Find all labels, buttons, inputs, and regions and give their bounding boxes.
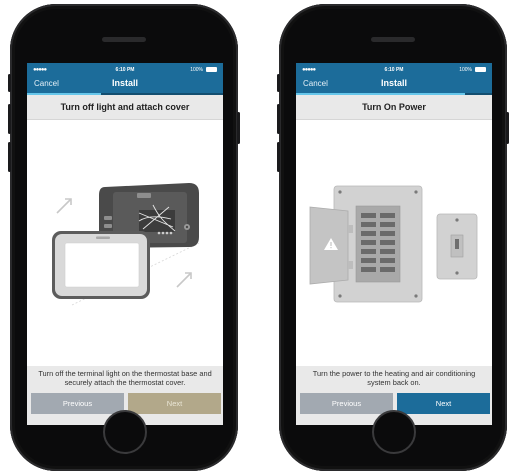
nav-title: Install <box>380 78 407 88</box>
home-button[interactable] <box>103 410 147 454</box>
turn-on-power-illustration <box>309 185 478 303</box>
home-button[interactable] <box>372 410 416 454</box>
previous-button[interactable]: Previous <box>300 393 393 414</box>
attach-cover-illustration <box>52 183 200 306</box>
instruction-text: Turn off the terminal light on the therm… <box>38 369 212 388</box>
nav-bar: Cancel Install <box>27 76 223 92</box>
volume-up-button <box>277 104 280 134</box>
volume-down-button <box>8 142 11 172</box>
instruction-text: Turn the power to the heating and air co… <box>312 369 476 388</box>
next-button[interactable]: Next <box>397 393 490 414</box>
earpiece-speaker <box>102 37 146 42</box>
power-button <box>237 112 240 144</box>
earpiece-speaker <box>371 37 415 42</box>
nav-title: Install <box>111 78 138 88</box>
app-bar: ●●●●● 6:10 PM 100% Cancel Install <box>27 63 223 95</box>
battery-icon <box>475 67 486 72</box>
app-bar: ●●●●● 6:10 PM 100% Cancel Install <box>296 63 492 95</box>
arrow-icon <box>176 272 192 288</box>
power-button <box>506 112 509 144</box>
battery-percent: 100% <box>190 67 203 73</box>
arrow-icon <box>56 198 72 214</box>
light-switch-icon <box>436 213 478 280</box>
step-title: Turn On Power <box>296 95 492 120</box>
phone-frame-right: ●●●●● 6:10 PM 100% Cancel Install Turn O… <box>277 4 509 471</box>
phone-frame-left: ●●●●● 6:10 PM 100% Cancel Install Turn o… <box>8 4 240 471</box>
mute-switch <box>277 74 280 92</box>
next-button[interactable]: Next <box>128 393 221 414</box>
volume-down-button <box>277 142 280 172</box>
mute-switch <box>8 74 11 92</box>
status-bar: ●●●●● 6:10 PM 100% <box>27 65 223 75</box>
install-screen-attach-cover: ●●●●● 6:10 PM 100% Cancel Install Turn o… <box>27 63 223 425</box>
thermostat-cover-icon <box>52 231 150 299</box>
install-screen-turn-on-power: ●●●●● 6:10 PM 100% Cancel Install Turn O… <box>296 63 492 425</box>
battery-icon <box>206 67 217 72</box>
nav-bar: Cancel Install <box>296 76 492 92</box>
battery-percent: 100% <box>459 67 472 73</box>
status-bar: ●●●●● 6:10 PM 100% <box>296 65 492 75</box>
previous-button[interactable]: Previous <box>31 393 124 414</box>
step-title: Turn off light and attach cover <box>27 95 223 120</box>
volume-up-button <box>8 104 11 134</box>
